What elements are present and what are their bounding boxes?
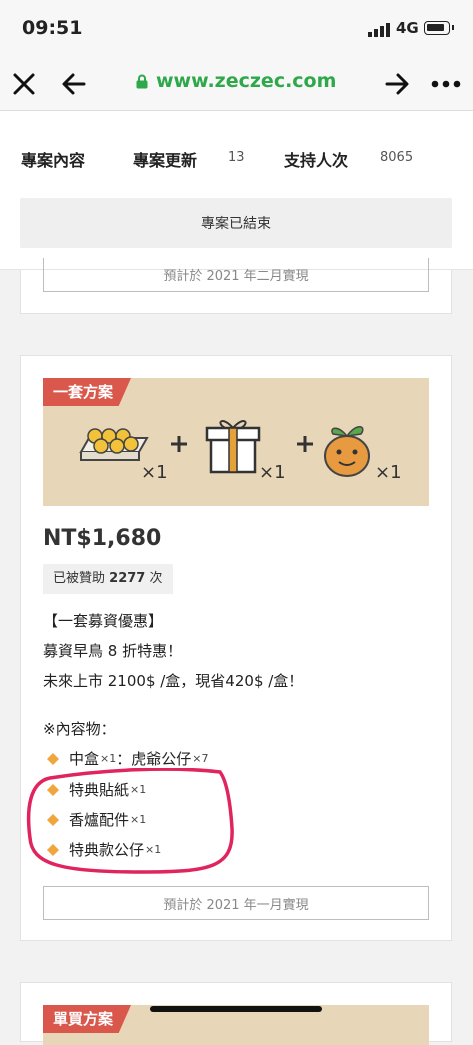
reward-banner: 一套方案 ×1 ×1 ×1 [43, 378, 429, 506]
cellular-signal-icon [368, 23, 390, 37]
project-ended-banner: 專案已結束 [20, 198, 452, 248]
plus-icon [171, 436, 187, 452]
browser-toolbar: www.zeczec.com [0, 58, 473, 111]
red-annotation-loop [26, 768, 234, 874]
backed-prefix: 已被贊助 [53, 571, 106, 586]
home-indicator [150, 1006, 322, 1012]
desc-line-3: 未來上市 2100$ /盒，現省420$ /盒！ [43, 672, 304, 690]
prev-reward-card: 預計於 2021 年二月實現 [20, 258, 452, 314]
diamond-icon [47, 752, 59, 765]
tiger-figurine-icon [324, 426, 370, 477]
backed-count: 2277 [109, 571, 146, 586]
backed-suffix: 次 [149, 571, 163, 586]
figurine-box-icon [79, 428, 149, 461]
close-icon[interactable] [8, 68, 40, 100]
banner-qty-2: ×1 [259, 462, 286, 483]
contents-title: ※內容物： [43, 720, 116, 738]
banner-qty-3: ×1 [375, 462, 402, 483]
backed-badge: 已被贊助 2277 次 [43, 564, 173, 594]
status-bar: 09:51 4G [0, 0, 473, 58]
tab-project-content[interactable]: 專案內容 [21, 147, 85, 171]
clock: 09:51 [22, 17, 83, 39]
lock-icon [136, 74, 148, 89]
item-qty: ×1 [100, 752, 117, 765]
reward-items-illustration [79, 420, 370, 477]
desc-line-1: 【一套募資優惠】 [43, 612, 164, 630]
banner-qty-1: ×1 [141, 462, 168, 483]
list-item: 中盒 ×1 ：虎爺公仔 ×7 [47, 748, 208, 769]
item-extra: ：虎爺公仔 [116, 750, 192, 768]
prev-delivery-note: 預計於 2021 年二月實現 [43, 258, 429, 292]
tab-project-updates[interactable]: 專案更新 [133, 147, 197, 171]
project-tabs: 專案內容 專案更新 13 支持人次 8065 專案已結束 [0, 111, 473, 270]
item-name: 中盒 [69, 750, 100, 768]
tab-backers[interactable]: 支持人次 [284, 147, 348, 171]
url-bar[interactable]: www.zeczec.com [156, 70, 336, 92]
item-extra-qty: ×7 [192, 752, 209, 765]
battery-icon [424, 21, 454, 35]
desc-line-2: 募資早鳥 8 折特惠！ [43, 642, 183, 660]
next-reward-card[interactable]: 單買方案 [20, 982, 452, 1045]
gift-box-icon [205, 420, 261, 474]
reward-price: NT$1,680 [43, 526, 162, 551]
next-reward-label: 單買方案 [43, 1005, 132, 1033]
plus-icon [297, 436, 313, 452]
more-icon[interactable] [430, 68, 462, 100]
arrow-left-icon[interactable] [58, 68, 90, 100]
delivery-note: 預計於 2021 年一月實現 [43, 886, 429, 920]
network-type: 4G [396, 19, 419, 37]
updates-count: 13 [228, 150, 245, 165]
arrow-right-icon[interactable] [381, 68, 413, 100]
backers-count: 8065 [380, 150, 414, 165]
